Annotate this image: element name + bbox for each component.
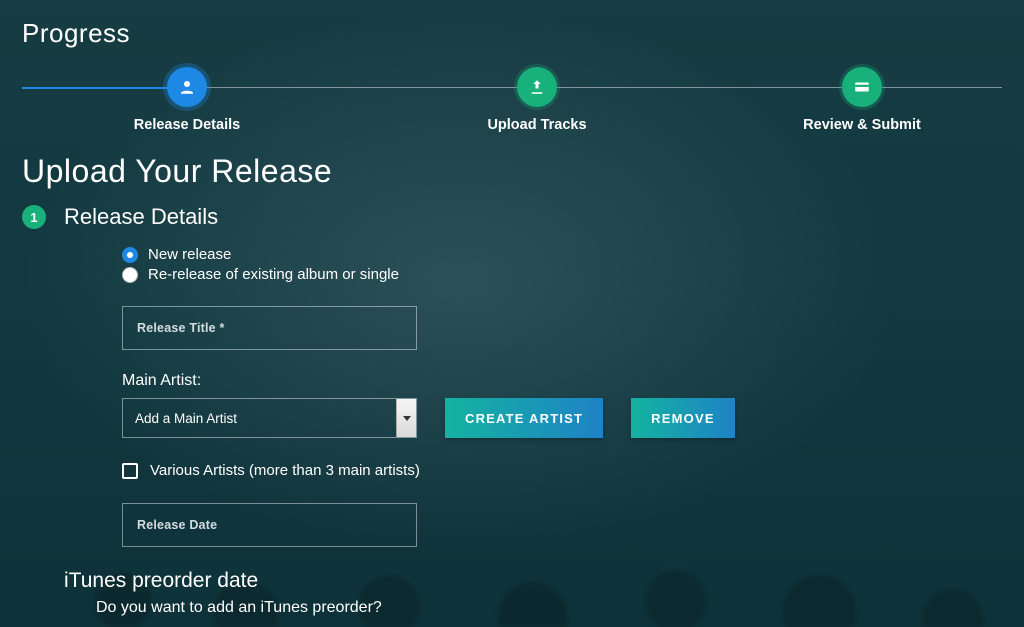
release-title-input[interactable] [122,306,417,350]
step-label: Review & Submit [803,117,921,133]
radio-label: Re-release of existing album or single [148,266,399,283]
release-date-input[interactable] [122,503,417,547]
progress-heading: Progress [22,18,1002,49]
chevron-down-icon [396,399,416,437]
radio-new-release[interactable]: New release [122,246,1002,263]
create-artist-button[interactable]: CREATE ARTIST [445,398,603,438]
page-title: Upload Your Release [22,153,1002,190]
section-number-badge: 1 [22,205,46,229]
step-release-details[interactable]: Release Details [87,67,287,133]
section-release-details: 1 Release Details [22,204,1002,230]
radio-rerelease[interactable]: Re-release of existing album or single [122,266,1002,283]
card-icon [842,67,882,107]
upload-icon [517,67,557,107]
select-value: Add a Main Artist [135,411,237,426]
itunes-preorder-question: Do you want to add an iTunes preorder? [96,599,1002,617]
radio-icon [122,247,138,263]
itunes-preorder-heading: iTunes preorder date [64,569,1002,593]
release-form: New release Re-release of existing album… [22,246,1002,547]
step-label: Upload Tracks [487,117,586,133]
main-artist-select[interactable]: Add a Main Artist [122,398,417,438]
step-review-submit[interactable]: Review & Submit [762,67,962,133]
section-title: Release Details [64,204,218,230]
checkbox-icon [122,463,138,479]
remove-artist-button[interactable]: REMOVE [631,398,735,438]
radio-label: New release [148,246,231,263]
step-upload-tracks[interactable]: Upload Tracks [437,67,637,133]
main-artist-label: Main Artist: [122,372,1002,390]
progress-stepper: Release Details Upload Tracks Review & S… [22,67,1002,147]
various-artists-checkbox[interactable]: Various Artists (more than 3 main artist… [122,462,1002,479]
step-label: Release Details [134,117,240,133]
checkbox-label: Various Artists (more than 3 main artist… [150,462,420,479]
radio-icon [122,267,138,283]
user-icon [167,67,207,107]
page-root: Progress Release Details Upload Tracks [0,0,1024,627]
